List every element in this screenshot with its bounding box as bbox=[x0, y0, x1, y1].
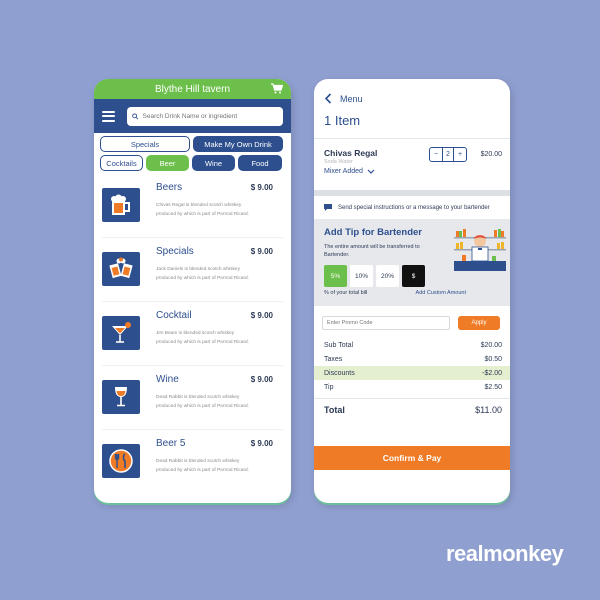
chevron-left-icon[interactable] bbox=[324, 93, 332, 104]
item-price: $ 9.00 bbox=[250, 375, 273, 384]
tip-option-custom[interactable]: $ bbox=[402, 265, 425, 287]
instructions-label: Send special instructions or a message t… bbox=[338, 204, 490, 211]
menu-item-cocktail[interactable]: Cocktail Jim Beam is blended scotch whis… bbox=[102, 302, 283, 366]
taxes-row: Taxes $0.50 bbox=[324, 355, 502, 363]
menu-item-beer-5[interactable]: Beer 5 Dead Rabbit is blended scotch whi… bbox=[102, 430, 283, 494]
tip-option-10[interactable]: 10% bbox=[350, 265, 373, 287]
wine-glass-icon bbox=[102, 380, 140, 414]
tip-row: Tip $2.50 bbox=[324, 383, 502, 391]
chip-wine[interactable]: Wine bbox=[192, 155, 235, 171]
search-box[interactable] bbox=[127, 106, 283, 126]
order-item-name: Chivas Regal bbox=[324, 148, 378, 158]
item-description: Dead Rabbit is blended scotch whiskey pro… bbox=[156, 459, 250, 473]
menu-item-wine[interactable]: Wine Dead Rabbit is blended scotch whisk… bbox=[102, 366, 283, 430]
chip-beer[interactable]: Beer bbox=[146, 155, 189, 171]
search-icon bbox=[132, 112, 139, 119]
item-price: $ 9.00 bbox=[250, 311, 273, 320]
cart-header: Menu 1 Item bbox=[314, 79, 510, 139]
item-description: Dead Rabbit is blended scotch whiskey pro… bbox=[156, 395, 250, 409]
menu-list: Beers Chivas Regal is blended scotch whi… bbox=[94, 174, 291, 494]
item-price: $ 9.00 bbox=[250, 183, 273, 192]
order-item-price: $20.00 bbox=[480, 151, 502, 158]
brand-logo: realmonkey bbox=[446, 541, 564, 566]
item-count: 1 Item bbox=[324, 113, 361, 128]
promo-code-input[interactable] bbox=[322, 316, 450, 330]
promo-row: Apply bbox=[314, 310, 510, 336]
tip-option-20[interactable]: 20% bbox=[376, 265, 399, 287]
menu-item-beers[interactable]: Beers Chivas Regal is blended scotch whi… bbox=[102, 174, 283, 238]
mixer-dropdown[interactable]: Mixer Added bbox=[324, 168, 500, 175]
menu-screen: Blythe Hill tavern Specials Make My Own … bbox=[94, 79, 291, 503]
add-custom-amount-link[interactable]: Add Custom Amount bbox=[416, 290, 466, 296]
order-item-subtitle: Soda Water bbox=[324, 159, 353, 165]
chip-make-my-own-drink[interactable]: Make My Own Drink bbox=[193, 136, 283, 152]
quantity-stepper: − 2 + bbox=[429, 147, 467, 162]
subtotal-row: Sub Total $20.00 bbox=[324, 341, 502, 349]
cocktail-glass-icon bbox=[102, 316, 140, 350]
item-price: $ 9.00 bbox=[250, 439, 273, 448]
tip-description: The entire amount will be transferred to… bbox=[324, 244, 420, 258]
item-description: Jack Daniels is blended scotch whiskey pr… bbox=[156, 267, 250, 281]
tip-option-5[interactable]: 5% bbox=[324, 265, 347, 287]
confirm-and-pay-button[interactable]: Confirm & Pay bbox=[314, 446, 510, 470]
menu-item-specials[interactable]: Specials Jack Daniels is blended scotch … bbox=[102, 238, 283, 302]
increment-button[interactable]: + bbox=[454, 148, 466, 161]
back-to-menu[interactable]: Menu bbox=[324, 93, 500, 104]
search-bar bbox=[94, 99, 291, 133]
order-line: Chivas Regal Soda Water Mixer Added − 2 … bbox=[314, 139, 510, 190]
hamburger-menu-icon[interactable] bbox=[102, 110, 115, 122]
search-input[interactable] bbox=[142, 112, 278, 120]
apply-button[interactable]: Apply bbox=[458, 316, 500, 330]
menu-header: Blythe Hill tavern bbox=[94, 79, 291, 99]
item-description: Jim Beam is blended scotch whiskey produc… bbox=[156, 331, 250, 345]
category-chips: Specials Make My Own Drink Cocktails Bee… bbox=[94, 133, 291, 171]
bartender-illustration-icon bbox=[454, 229, 506, 271]
plate-cutlery-icon bbox=[102, 444, 140, 478]
item-price: $ 9.00 bbox=[250, 247, 273, 256]
totals: Sub Total $20.00 Taxes $0.50 Discounts -$2.… bbox=[314, 338, 510, 420]
beer-mug-icon bbox=[102, 188, 140, 222]
chevron-down-icon bbox=[367, 169, 375, 174]
decrement-button[interactable]: − bbox=[430, 148, 442, 161]
quantity-value: 2 bbox=[442, 148, 454, 161]
item-description: Chivas Regal is blended scotch whiskey pr… bbox=[156, 203, 250, 217]
special-instructions[interactable]: Send special instructions or a message t… bbox=[314, 196, 510, 219]
total-value: $11.00 bbox=[475, 404, 502, 415]
cheers-icon bbox=[102, 252, 140, 286]
discounts-row: Discounts -$2.00 bbox=[314, 366, 510, 380]
mixer-label: Mixer Added bbox=[324, 168, 363, 175]
chip-specials[interactable]: Specials bbox=[100, 136, 190, 152]
item-name: Beer 5 bbox=[156, 438, 186, 449]
chip-food[interactable]: Food bbox=[238, 155, 282, 171]
cart-screen: Menu 1 Item Chivas Regal Soda Water Mixe… bbox=[314, 79, 510, 503]
total-row: Total $11.00 bbox=[314, 398, 510, 420]
back-label[interactable]: Menu bbox=[340, 94, 363, 104]
tip-section: Add Tip for Bartender The entire amount … bbox=[314, 219, 510, 306]
cart-icon[interactable] bbox=[271, 83, 283, 94]
item-name: Cocktail bbox=[156, 310, 192, 321]
chip-cocktails[interactable]: Cocktails bbox=[100, 155, 143, 171]
item-name: Specials bbox=[156, 246, 194, 257]
item-name: Wine bbox=[156, 374, 179, 385]
total-label: Total bbox=[324, 404, 345, 415]
venue-title: Blythe Hill tavern bbox=[154, 83, 231, 95]
item-name: Beers bbox=[156, 182, 183, 193]
tip-footer-note: % of your total bill bbox=[324, 290, 368, 296]
message-icon bbox=[324, 204, 332, 211]
